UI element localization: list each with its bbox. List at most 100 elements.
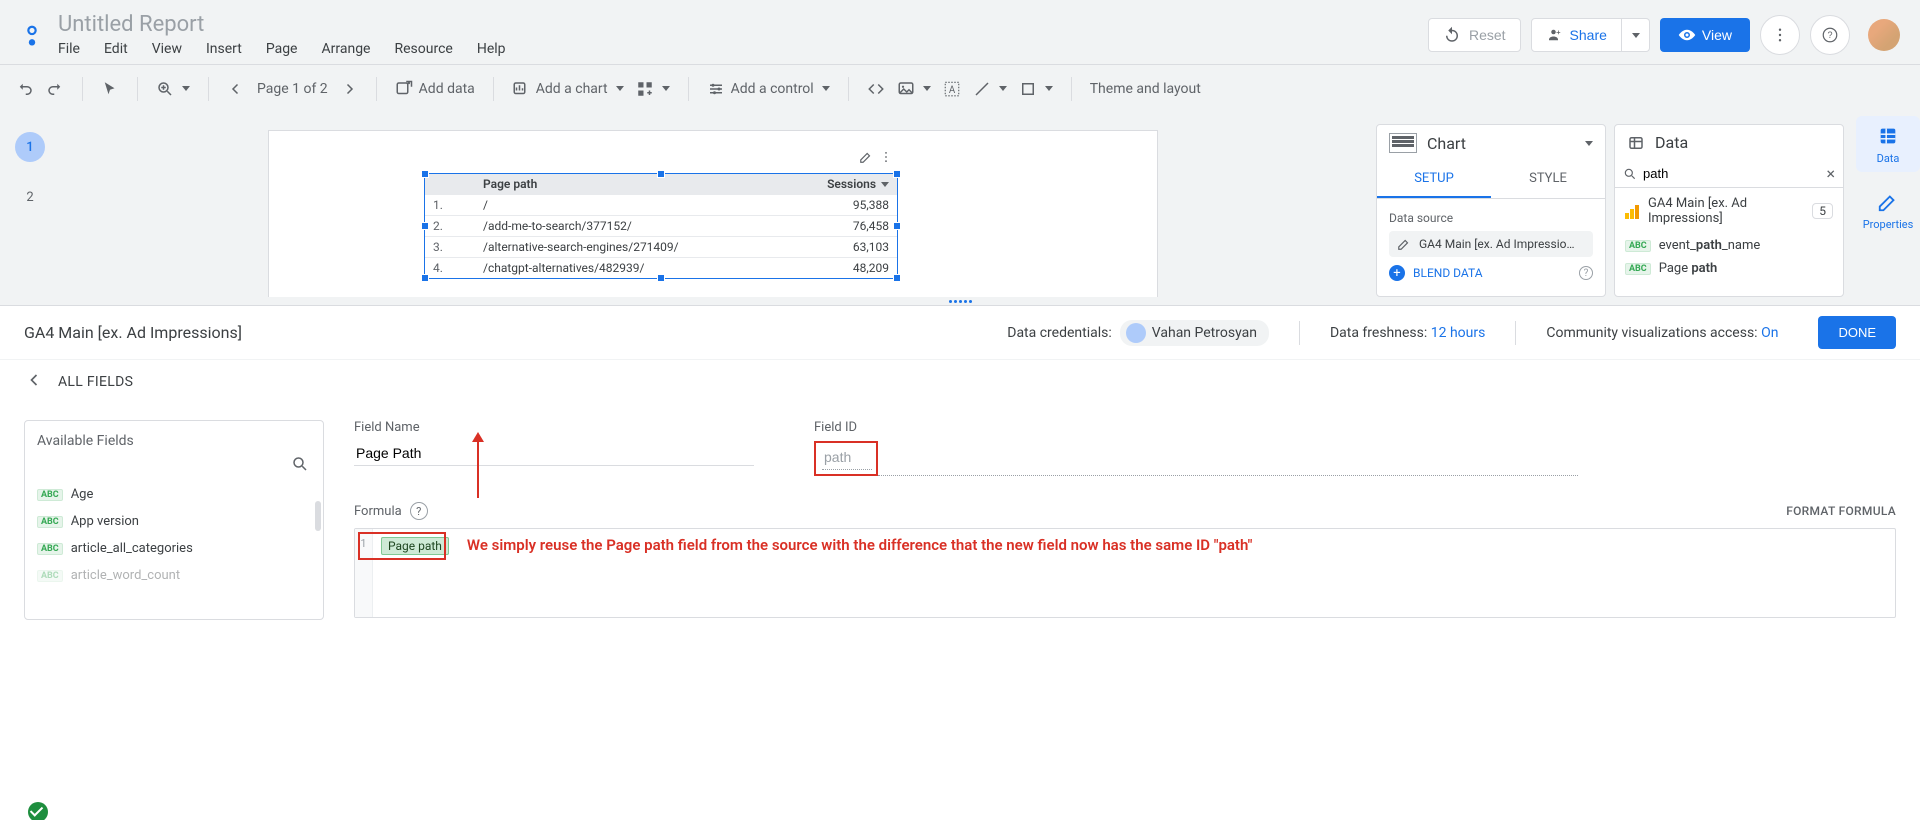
field-id-input-tail[interactable]: [878, 441, 1578, 476]
add-control-button[interactable]: Add a control: [701, 76, 836, 102]
formula-valid-icon: [28, 802, 48, 820]
menu-insert[interactable]: Insert: [206, 41, 242, 57]
zoom-dropdown[interactable]: [150, 76, 196, 102]
done-button[interactable]: DONE: [1818, 316, 1896, 349]
tab-style[interactable]: STYLE: [1491, 161, 1605, 198]
next-page-button[interactable]: [334, 76, 364, 102]
annotation-arrow-head: [472, 432, 484, 442]
field-page-path[interactable]: ABC Page path: [1615, 257, 1843, 280]
field-id-input[interactable]: [822, 445, 872, 470]
eye-icon: [1678, 26, 1696, 44]
data-source-label: Data source: [1389, 211, 1593, 225]
looker-studio-icon: [16, 19, 48, 51]
pager-label[interactable]: Page 1 of 2: [251, 77, 334, 101]
available-field[interactable]: ABCarticle_word_count: [37, 562, 323, 589]
add-data-button[interactable]: Add data: [389, 76, 481, 102]
undo-button[interactable]: [10, 76, 40, 102]
available-field[interactable]: ABCApp version: [37, 508, 323, 535]
abc-type-icon: ABC: [1625, 240, 1651, 252]
prev-page-button[interactable]: [221, 76, 251, 102]
menu-resource[interactable]: Resource: [394, 41, 452, 57]
data-source-chip[interactable]: GA4 Main [ex. Ad Impressio…: [1389, 231, 1593, 257]
reset-button[interactable]: Reset: [1428, 18, 1521, 52]
person-add-icon: [1546, 26, 1564, 44]
table-chart[interactable]: Page path Sessions 1./95,388 2./add-me-t…: [424, 173, 898, 279]
field-name-label: Field Name: [354, 420, 754, 435]
image-button[interactable]: [891, 76, 937, 102]
canvas[interactable]: Page path Sessions 1./95,388 2./add-me-t…: [60, 112, 1366, 297]
format-formula-button[interactable]: FORMAT FORMULA: [1786, 504, 1896, 518]
text-button[interactable]: A: [937, 76, 967, 102]
table-row: 3./alternative-search-engines/271409/63,…: [425, 236, 897, 257]
table-row: 1./95,388: [425, 194, 897, 215]
page-thumb-2[interactable]: 2: [15, 182, 45, 212]
theme-layout-button[interactable]: Theme and layout: [1084, 77, 1207, 101]
embed-button[interactable]: [861, 76, 891, 102]
col-page-path[interactable]: Page path: [475, 174, 797, 194]
rail-properties[interactable]: Properties: [1856, 182, 1920, 238]
community-viz-button[interactable]: [630, 76, 676, 102]
menu-help[interactable]: Help: [477, 41, 506, 57]
all-fields-label: ALL FIELDS: [58, 374, 133, 390]
field-event-path-name[interactable]: ABC event_path_name: [1615, 234, 1843, 257]
blend-data-button[interactable]: + BLEND DATA ?: [1389, 265, 1593, 281]
page-thumb-1[interactable]: 1: [15, 132, 45, 162]
rail-data[interactable]: Data: [1856, 116, 1920, 172]
data-icon: [1627, 134, 1645, 152]
line-button[interactable]: [967, 76, 1013, 102]
info-icon[interactable]: ?: [1579, 266, 1593, 280]
menu-page[interactable]: Page: [266, 41, 298, 57]
menu-view[interactable]: View: [152, 41, 182, 57]
chart-properties-panel: Chart SETUP STYLE Data source GA4 Main […: [1376, 124, 1606, 297]
available-field[interactable]: ABCarticle_all_categories: [37, 535, 323, 562]
shape-button[interactable]: [1013, 76, 1059, 102]
report-page[interactable]: Page path Sessions 1./95,388 2./add-me-t…: [268, 130, 1158, 297]
back-button[interactable]: [24, 370, 44, 394]
field-search[interactable]: ×: [1615, 160, 1843, 188]
tab-setup[interactable]: SETUP: [1377, 161, 1491, 198]
data-source-entry[interactable]: GA4 Main [ex. Ad Impressions] 5: [1615, 188, 1843, 234]
title-menu-group: Untitled Report File Edit View Insert Pa…: [58, 13, 506, 57]
menu-file[interactable]: File: [58, 41, 80, 57]
pointer-tool[interactable]: [95, 76, 125, 102]
search-icon: [1623, 167, 1637, 181]
right-rail: Data Properties: [1856, 112, 1920, 297]
more-options-button[interactable]: [1760, 15, 1800, 55]
field-name-input[interactable]: [354, 441, 754, 466]
data-credentials[interactable]: Data credentials: Vahan Petrosyan: [1007, 320, 1269, 346]
available-fields-title: Available Fields: [37, 433, 323, 449]
edit-icon[interactable]: [859, 150, 873, 164]
clear-search-icon[interactable]: ×: [1826, 164, 1835, 183]
document-title[interactable]: Untitled Report: [58, 13, 506, 37]
formula-help-icon[interactable]: ?: [410, 502, 428, 520]
table-row: 2./add-me-to-search/377152/76,458: [425, 215, 897, 236]
menu-edit[interactable]: Edit: [104, 41, 128, 57]
col-sessions[interactable]: Sessions: [797, 174, 897, 194]
chart-panel-header[interactable]: Chart: [1377, 125, 1605, 161]
field-search-input[interactable]: [1643, 166, 1820, 181]
share-dropdown[interactable]: [1622, 18, 1650, 52]
data-freshness[interactable]: Data freshness: 12 hours: [1330, 325, 1485, 341]
community-viz-access[interactable]: Community visualizations access: On: [1546, 325, 1778, 341]
more-icon[interactable]: [879, 150, 893, 164]
add-chart-button[interactable]: Add a chart: [506, 76, 630, 102]
available-fields-panel: Available Fields ABCAge ABCApp version A…: [24, 420, 324, 620]
available-field[interactable]: ABCAge: [37, 481, 323, 508]
page-thumbnails: 1 2: [0, 112, 60, 297]
data-source-title: GA4 Main [ex. Ad Impressions]: [24, 323, 242, 342]
menu-arrange[interactable]: Arrange: [322, 41, 371, 57]
right-panels: Chart SETUP STYLE Data source GA4 Main […: [1366, 112, 1856, 297]
search-icon[interactable]: [291, 455, 309, 473]
redo-button[interactable]: [40, 76, 70, 102]
result-count: 5: [1812, 203, 1833, 219]
panel-resize-handle[interactable]: [0, 297, 1920, 305]
user-avatar[interactable]: [1868, 19, 1900, 51]
view-button[interactable]: View: [1660, 18, 1750, 52]
plus-icon: +: [1389, 265, 1405, 281]
help-button[interactable]: ?: [1810, 15, 1850, 55]
formula-editor[interactable]: 1 Page path We simply reuse the Page pat…: [354, 528, 1896, 618]
share-button[interactable]: Share: [1531, 18, 1622, 52]
scrollbar-thumb[interactable]: [315, 501, 321, 531]
annotation-arrow: [477, 436, 479, 498]
svg-text:?: ?: [1827, 30, 1832, 40]
